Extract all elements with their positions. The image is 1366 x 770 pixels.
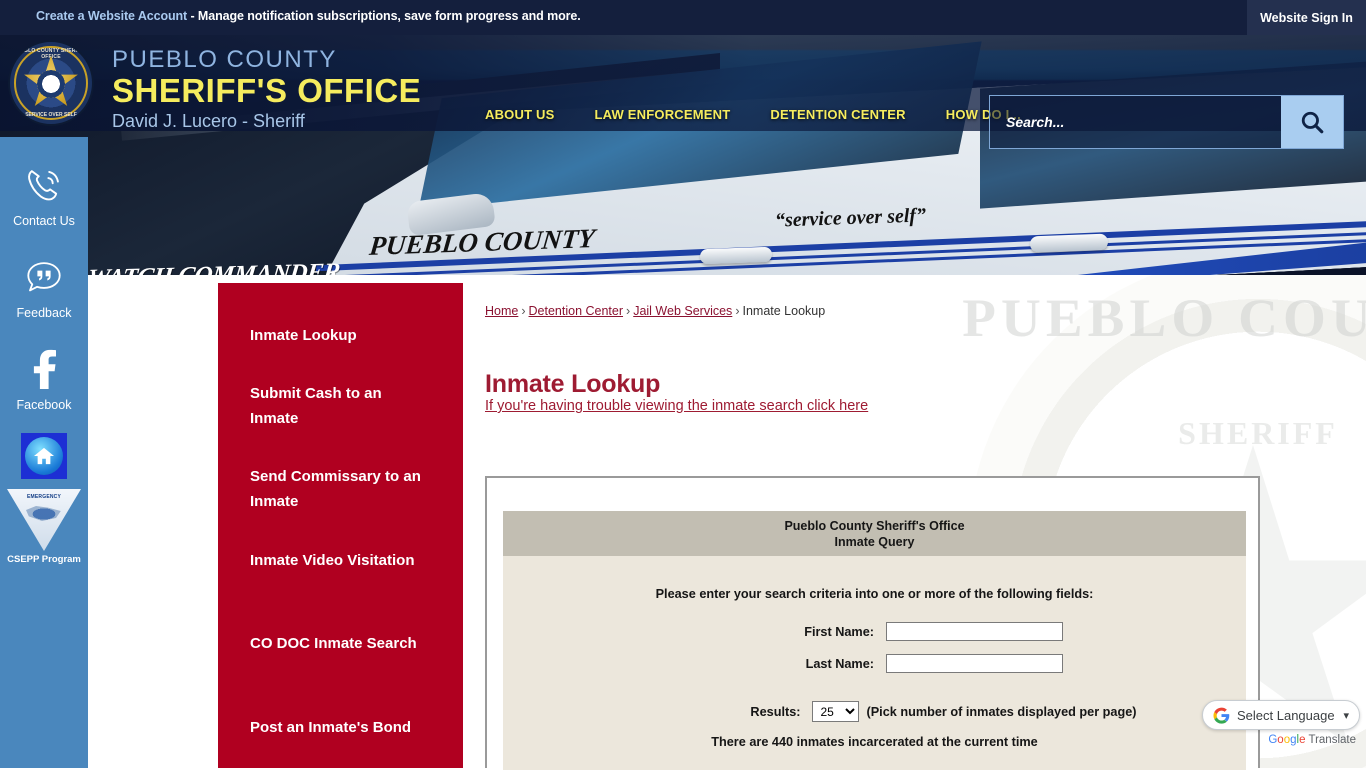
results-per-page-select[interactable]: 255075100 xyxy=(812,701,859,722)
top-bar-tagline: - Manage notification subscriptions, sav… xyxy=(187,9,580,23)
last-name-label: Last Name: xyxy=(686,657,886,671)
search-icon xyxy=(1299,109,1325,135)
query-instructions: Please enter your search criteria into o… xyxy=(503,587,1246,601)
sidebar-item-feedback[interactable]: Feedback xyxy=(0,259,88,320)
sidebar-item-video-visitation[interactable]: Inmate Video Visitation xyxy=(250,548,432,573)
sidebar-label-csepp: CSEPP Program xyxy=(0,554,88,565)
badge-top-text: PUEBLO COUNTY SHERIFF'S OFFICE xyxy=(10,48,92,60)
inmate-search-help-link[interactable]: If you're having trouble viewing the inm… xyxy=(485,398,868,414)
breadcrumb: Home›Detention Center›Jail Web Services›… xyxy=(485,304,825,318)
site-title-sheriff-name: David J. Lucero - Sheriff xyxy=(112,110,421,132)
sidebar-item-send-commissary[interactable]: Send Commissary to an Inmate xyxy=(250,464,432,514)
site-title-office: SHERIFF'S OFFICE xyxy=(112,73,421,109)
breadcrumb-item-current: Inmate Lookup xyxy=(742,304,825,318)
hero-car-door-handle xyxy=(1030,234,1109,253)
nav-item-about-us[interactable]: ABOUT US xyxy=(485,107,555,122)
results-label: Results: xyxy=(612,705,812,719)
sidebar-item-contact-us[interactable]: Contact Us xyxy=(0,165,88,228)
inmate-count-text: There are 440 inmates incarcerated at th… xyxy=(503,735,1246,749)
badge-bottom-text: SERVICE OVER SELF xyxy=(10,112,92,118)
sidebar-label-feedback: Feedback xyxy=(0,306,88,320)
csepp-map-glyph xyxy=(24,504,64,524)
sidebar-item-csepp[interactable]: EMERGENCY CSEPP Program xyxy=(0,489,88,565)
hero-car-door-handle xyxy=(700,247,772,265)
nixle-icon-box xyxy=(21,433,67,479)
translate-word: Translate xyxy=(1308,734,1356,746)
csepp-badge-text: EMERGENCY xyxy=(7,494,81,500)
first-name-input[interactable] xyxy=(886,622,1063,641)
nav-item-law-enforcement[interactable]: LAW ENFORCEMENT xyxy=(595,107,731,122)
sidebar-label-contact-us: Contact Us xyxy=(0,214,88,228)
search-button[interactable] xyxy=(1281,96,1343,148)
section-navigation: Inmate Lookup Submit Cash to an Inmate S… xyxy=(218,283,463,768)
facebook-icon xyxy=(25,349,63,389)
csepp-emergency-icon: EMERGENCY xyxy=(7,489,81,551)
website-signin-button[interactable]: Website Sign In xyxy=(1247,0,1366,35)
sidebar-item-inmate-lookup[interactable]: Inmate Lookup xyxy=(250,323,432,348)
site-header: WATCH COMMANDER PUEBLO COUNTY SHERIFF “s… xyxy=(0,35,1366,275)
sidebar-item-co-doc-search[interactable]: CO DOC Inmate Search xyxy=(250,631,432,656)
google-g-icon xyxy=(1213,707,1230,724)
top-bar-message: Create a Website Account - Manage notifi… xyxy=(36,9,581,23)
last-name-row: Last Name: xyxy=(503,654,1246,673)
breadcrumb-item-home[interactable]: Home xyxy=(485,304,518,318)
sheriff-badge-logo[interactable]: PUEBLO COUNTY SHERIFF'S OFFICE SERVICE O… xyxy=(8,40,94,126)
badge-seal-icon xyxy=(37,70,65,98)
query-header-title: Inmate Query xyxy=(835,535,915,549)
nav-item-detention-center[interactable]: DETENTION CENTER xyxy=(770,107,905,122)
sidebar-item-nixle[interactable] xyxy=(0,433,88,479)
google-translate-widget: Select Language ▾ Google Translate xyxy=(1202,700,1360,746)
query-header-agency: Pueblo County Sheriff's Office xyxy=(784,519,964,533)
search-input[interactable] xyxy=(990,96,1281,148)
inmate-query-form: Pueblo County Sheriff's Office Inmate Qu… xyxy=(503,511,1246,770)
sidebar-item-post-bond[interactable]: Post an Inmate's Bond xyxy=(250,715,455,740)
google-wordmark: Google xyxy=(1268,734,1305,746)
query-header: Pueblo County Sheriff's Office Inmate Qu… xyxy=(503,511,1246,556)
breadcrumb-item-detention-center[interactable]: Detention Center xyxy=(529,304,624,318)
results-hint: (Pick number of inmates displayed per pa… xyxy=(866,705,1136,719)
main-navigation: ABOUT US LAW ENFORCEMENT DETENTION CENTE… xyxy=(485,107,1021,122)
top-utility-bar: Create a Website Account - Manage notifi… xyxy=(0,0,1366,35)
google-translate-footer: Google Translate xyxy=(1202,734,1360,746)
page-title: Inmate Lookup xyxy=(485,370,660,399)
select-language-dropdown[interactable]: Select Language ▾ xyxy=(1202,700,1360,730)
inmate-query-iframe-panel: Pueblo County Sheriff's Office Inmate Qu… xyxy=(485,476,1260,768)
breadcrumb-separator: › xyxy=(735,304,739,318)
first-name-label: First Name: xyxy=(686,625,886,639)
chevron-down-icon: ▾ xyxy=(1343,709,1349,722)
main-content: Home›Detention Center›Jail Web Services›… xyxy=(485,275,1275,768)
select-language-label: Select Language xyxy=(1237,708,1343,723)
first-name-row: First Name: xyxy=(503,622,1246,641)
phone-icon xyxy=(23,165,65,205)
sidebar-item-submit-cash[interactable]: Submit Cash to an Inmate xyxy=(250,381,432,431)
create-account-link[interactable]: Create a Website Account xyxy=(36,9,187,23)
quote-bubble-icon xyxy=(24,259,64,297)
breadcrumb-item-jail-web-services[interactable]: Jail Web Services xyxy=(633,304,732,318)
home-glyph-icon xyxy=(33,446,55,466)
results-row: Results: 255075100 (Pick number of inmat… xyxy=(503,701,1246,722)
social-sidebar: Contact Us Feedback Facebook EMERGENCY xyxy=(0,137,88,768)
breadcrumb-separator: › xyxy=(626,304,630,318)
sidebar-item-facebook[interactable]: Facebook xyxy=(0,349,88,412)
last-name-input[interactable] xyxy=(886,654,1063,673)
breadcrumb-separator: › xyxy=(521,304,525,318)
nixle-home-icon xyxy=(25,437,63,475)
site-title-county: PUEBLO COUNTY xyxy=(112,47,421,73)
site-title-block[interactable]: PUEBLO COUNTY SHERIFF'S OFFICE David J. … xyxy=(112,47,421,132)
site-search xyxy=(989,95,1344,149)
sidebar-label-facebook: Facebook xyxy=(0,398,88,412)
